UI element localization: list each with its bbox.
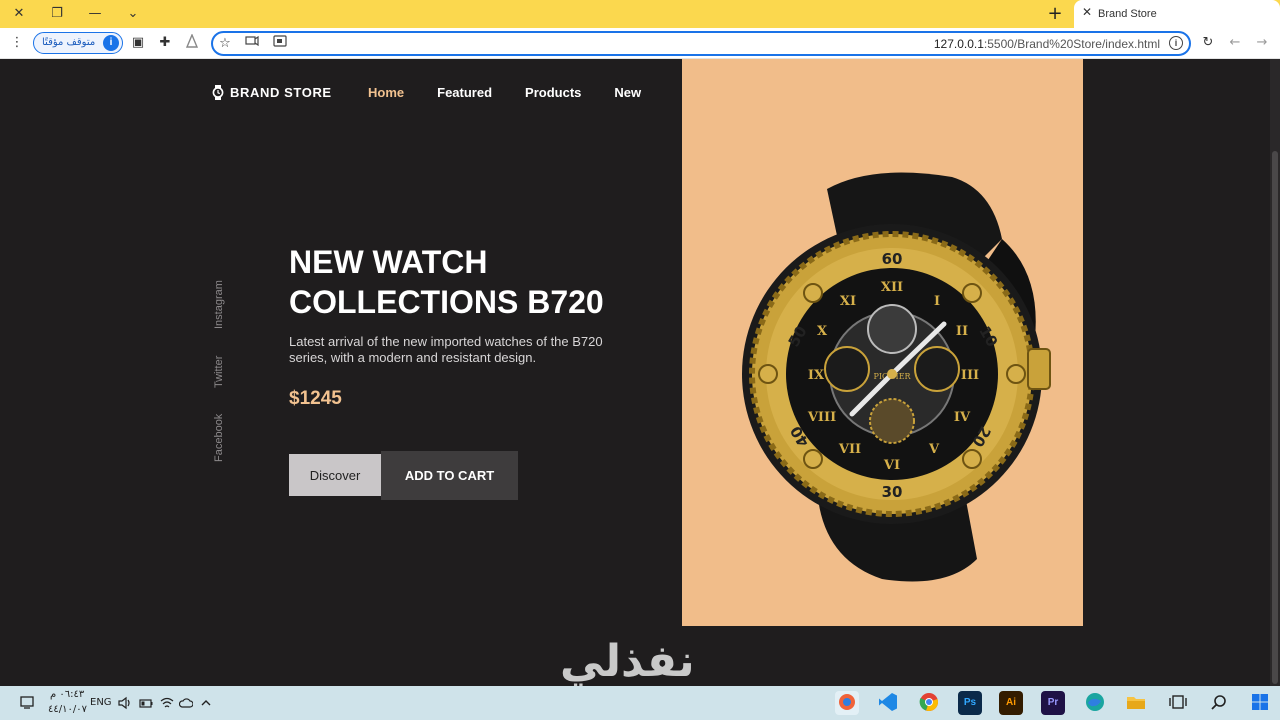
svg-text:X: X (817, 324, 828, 339)
browser-tab-bar: ✕ ❐ — ⌄ + ✕ Brand Store (0, 0, 1280, 28)
vscode-app-icon[interactable] (876, 691, 900, 715)
address-bar[interactable]: ☆ 127.0.0.1:5500/Brand%20Store/index.htm… (211, 31, 1191, 56)
status-pill-label: متوقف مؤقتًا (42, 37, 96, 48)
url-text: 127.0.0.1:5500/Brand%20Store/index.html (934, 37, 1160, 51)
social-instagram-link[interactable]: Instagram (213, 280, 225, 329)
nav-home[interactable]: Home (368, 85, 404, 100)
social-facebook-link[interactable]: Facebook (213, 414, 225, 462)
nav-new[interactable]: New (614, 85, 641, 100)
window-close-icon[interactable]: ✕ (8, 4, 30, 24)
social-links: Instagram Twitter Facebook (213, 279, 231, 464)
browser-toolbar: ⋮ متوقف مؤقتًا i ▣ ✚ ☆ 127.0.0.1:5500/Br… (0, 28, 1280, 59)
url-host: 127.0.0.1 (933, 37, 984, 51)
svg-text:III: III (961, 368, 979, 383)
tab-close-icon[interactable]: ✕ (1082, 5, 1092, 19)
forward-icon[interactable]: → (1253, 34, 1271, 52)
hero-title: NEW WATCH COLLECTIONS B720 (289, 242, 669, 322)
nav-featured[interactable]: Featured (437, 85, 492, 100)
hero-image-panel: 60 10 20 30 40 50 XII III VI IX I II IV … (682, 59, 1083, 626)
hero-title-line1: NEW WATCH (289, 244, 488, 280)
browser-menu-icon[interactable]: ⋮ (8, 34, 26, 52)
svg-text:IX: IX (808, 368, 825, 383)
tab-list-dropdown-icon[interactable]: ⌄ (122, 4, 144, 24)
watch-product-image: 60 10 20 30 40 50 XII III VI IX I II IV … (742, 172, 1051, 582)
wifi-icon[interactable] (160, 696, 174, 710)
file-explorer-app-icon[interactable] (1124, 691, 1148, 715)
profile-info-icon: i (103, 35, 119, 51)
page-content: BRAND STORE Home Featured Products New I… (0, 59, 1270, 687)
svg-text:60: 60 (882, 250, 903, 268)
clock-time[interactable]: ٠٦:٤٣ م (50, 689, 84, 700)
copilot-app-icon[interactable] (835, 691, 859, 715)
notification-icon[interactable] (20, 695, 34, 709)
premiere-app-icon[interactable]: Pr (1041, 691, 1065, 715)
watch-logo-icon (212, 85, 224, 100)
windows-start-icon[interactable] (1248, 691, 1272, 715)
favorite-star-icon[interactable]: ☆ (216, 35, 234, 53)
page-scrollbar[interactable] (1270, 59, 1280, 686)
main-nav: Home Featured Products New (368, 85, 674, 100)
svg-text:VIII: VIII (807, 410, 836, 425)
brand-name: BRAND STORE (230, 85, 332, 100)
svg-text:VII: VII (838, 442, 861, 457)
svg-text:I: I (934, 294, 940, 309)
onedrive-cloud-icon[interactable] (178, 696, 194, 710)
clock-date[interactable]: ٤٤/١٠/٠٧ (48, 704, 87, 715)
svg-text:30: 30 (882, 483, 903, 501)
sidebar-icon[interactable]: ▣ (129, 34, 147, 52)
social-twitter-link[interactable]: Twitter (213, 356, 225, 388)
discover-button[interactable]: Discover (289, 454, 381, 496)
task-view-icon[interactable] (1166, 691, 1190, 715)
search-icon[interactable] (1207, 691, 1231, 715)
hero-price: $1245 (289, 388, 342, 409)
copilot-icon[interactable] (183, 33, 201, 52)
scrollbar-thumb[interactable] (1272, 151, 1278, 684)
svg-text:VI: VI (883, 458, 900, 473)
url-path: :5500/Brand%20Store/index.html (983, 37, 1160, 51)
brand-logo-link[interactable]: BRAND STORE (212, 85, 332, 100)
volume-icon[interactable] (118, 696, 132, 710)
svg-text:XII: XII (881, 280, 903, 295)
tab-title: Brand Store (1098, 8, 1157, 20)
back-icon[interactable]: ← (1226, 34, 1244, 52)
battery-icon[interactable] (139, 696, 153, 710)
svg-text:V: V (928, 442, 940, 457)
edge-app-icon[interactable] (1083, 691, 1107, 715)
window-restore-icon[interactable]: ❐ (46, 4, 68, 24)
site-watermark: نفذلي (560, 636, 695, 687)
site-info-icon[interactable]: i (1169, 36, 1183, 50)
show-hidden-icons-chevron[interactable] (199, 696, 213, 710)
chrome-app-icon[interactable] (917, 691, 941, 715)
svg-text:IV: IV (954, 410, 971, 425)
read-aloud-icon[interactable] (243, 35, 261, 53)
nav-products[interactable]: Products (525, 85, 581, 100)
app-available-icon[interactable] (271, 35, 289, 53)
browser-status-pill[interactable]: متوقف مؤقتًا i (33, 32, 123, 54)
hero-title-line2: COLLECTIONS B720 (289, 284, 604, 320)
window-minimize-icon[interactable]: — (84, 4, 106, 24)
illustrator-app-icon[interactable]: Ai (999, 691, 1023, 715)
new-tab-button[interactable]: + (1044, 3, 1066, 25)
svg-text:II: II (956, 324, 968, 339)
windows-taskbar: ٠٦:٤٣ م ٤٤/١٠/٠٧ ENG Ps Ai Pr (0, 686, 1280, 720)
hero-description: Latest arrival of the new imported watch… (289, 334, 603, 365)
add-to-cart-button[interactable]: ADD TO CART (381, 451, 518, 500)
photoshop-app-icon[interactable]: Ps (958, 691, 982, 715)
tab-brand-store[interactable]: ✕ Brand Store (1074, 0, 1280, 28)
refresh-icon[interactable]: ↻ (1199, 34, 1217, 52)
language-indicator[interactable]: ENG (90, 697, 112, 708)
extensions-icon[interactable]: ✚ (156, 34, 174, 52)
svg-text:XI: XI (840, 294, 856, 309)
